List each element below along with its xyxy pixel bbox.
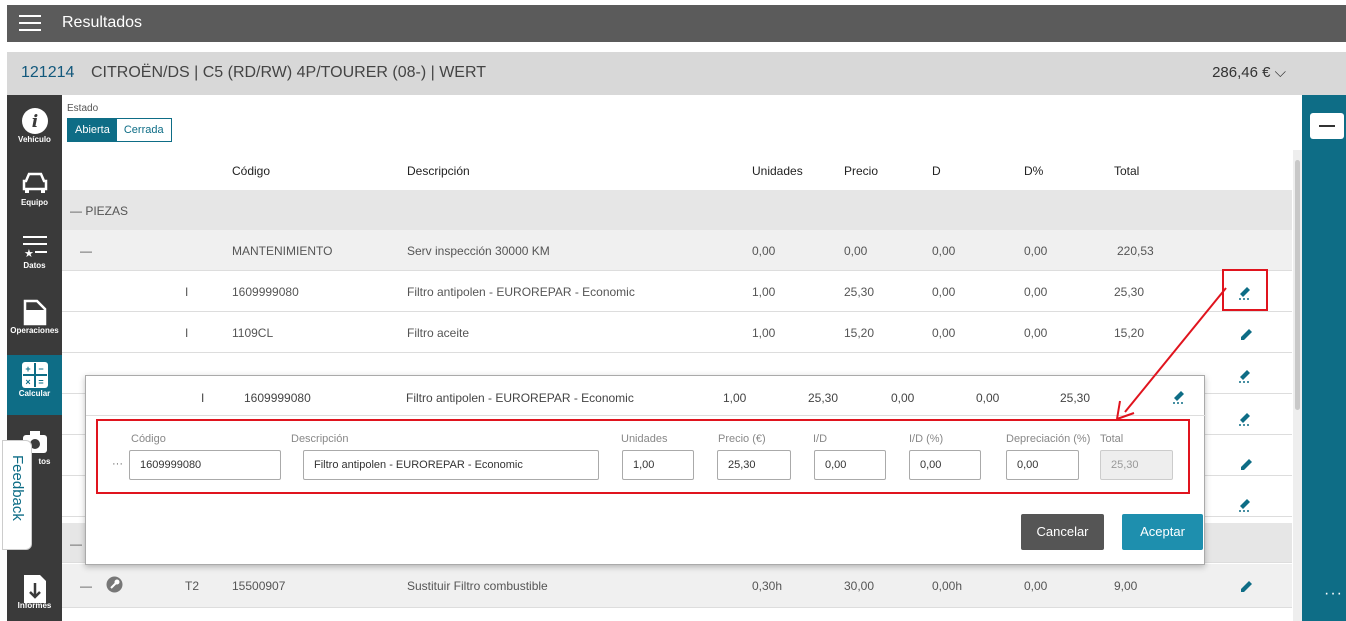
arrow-line bbox=[1124, 287, 1227, 413]
annotation-arrow bbox=[1116, 287, 1227, 420]
